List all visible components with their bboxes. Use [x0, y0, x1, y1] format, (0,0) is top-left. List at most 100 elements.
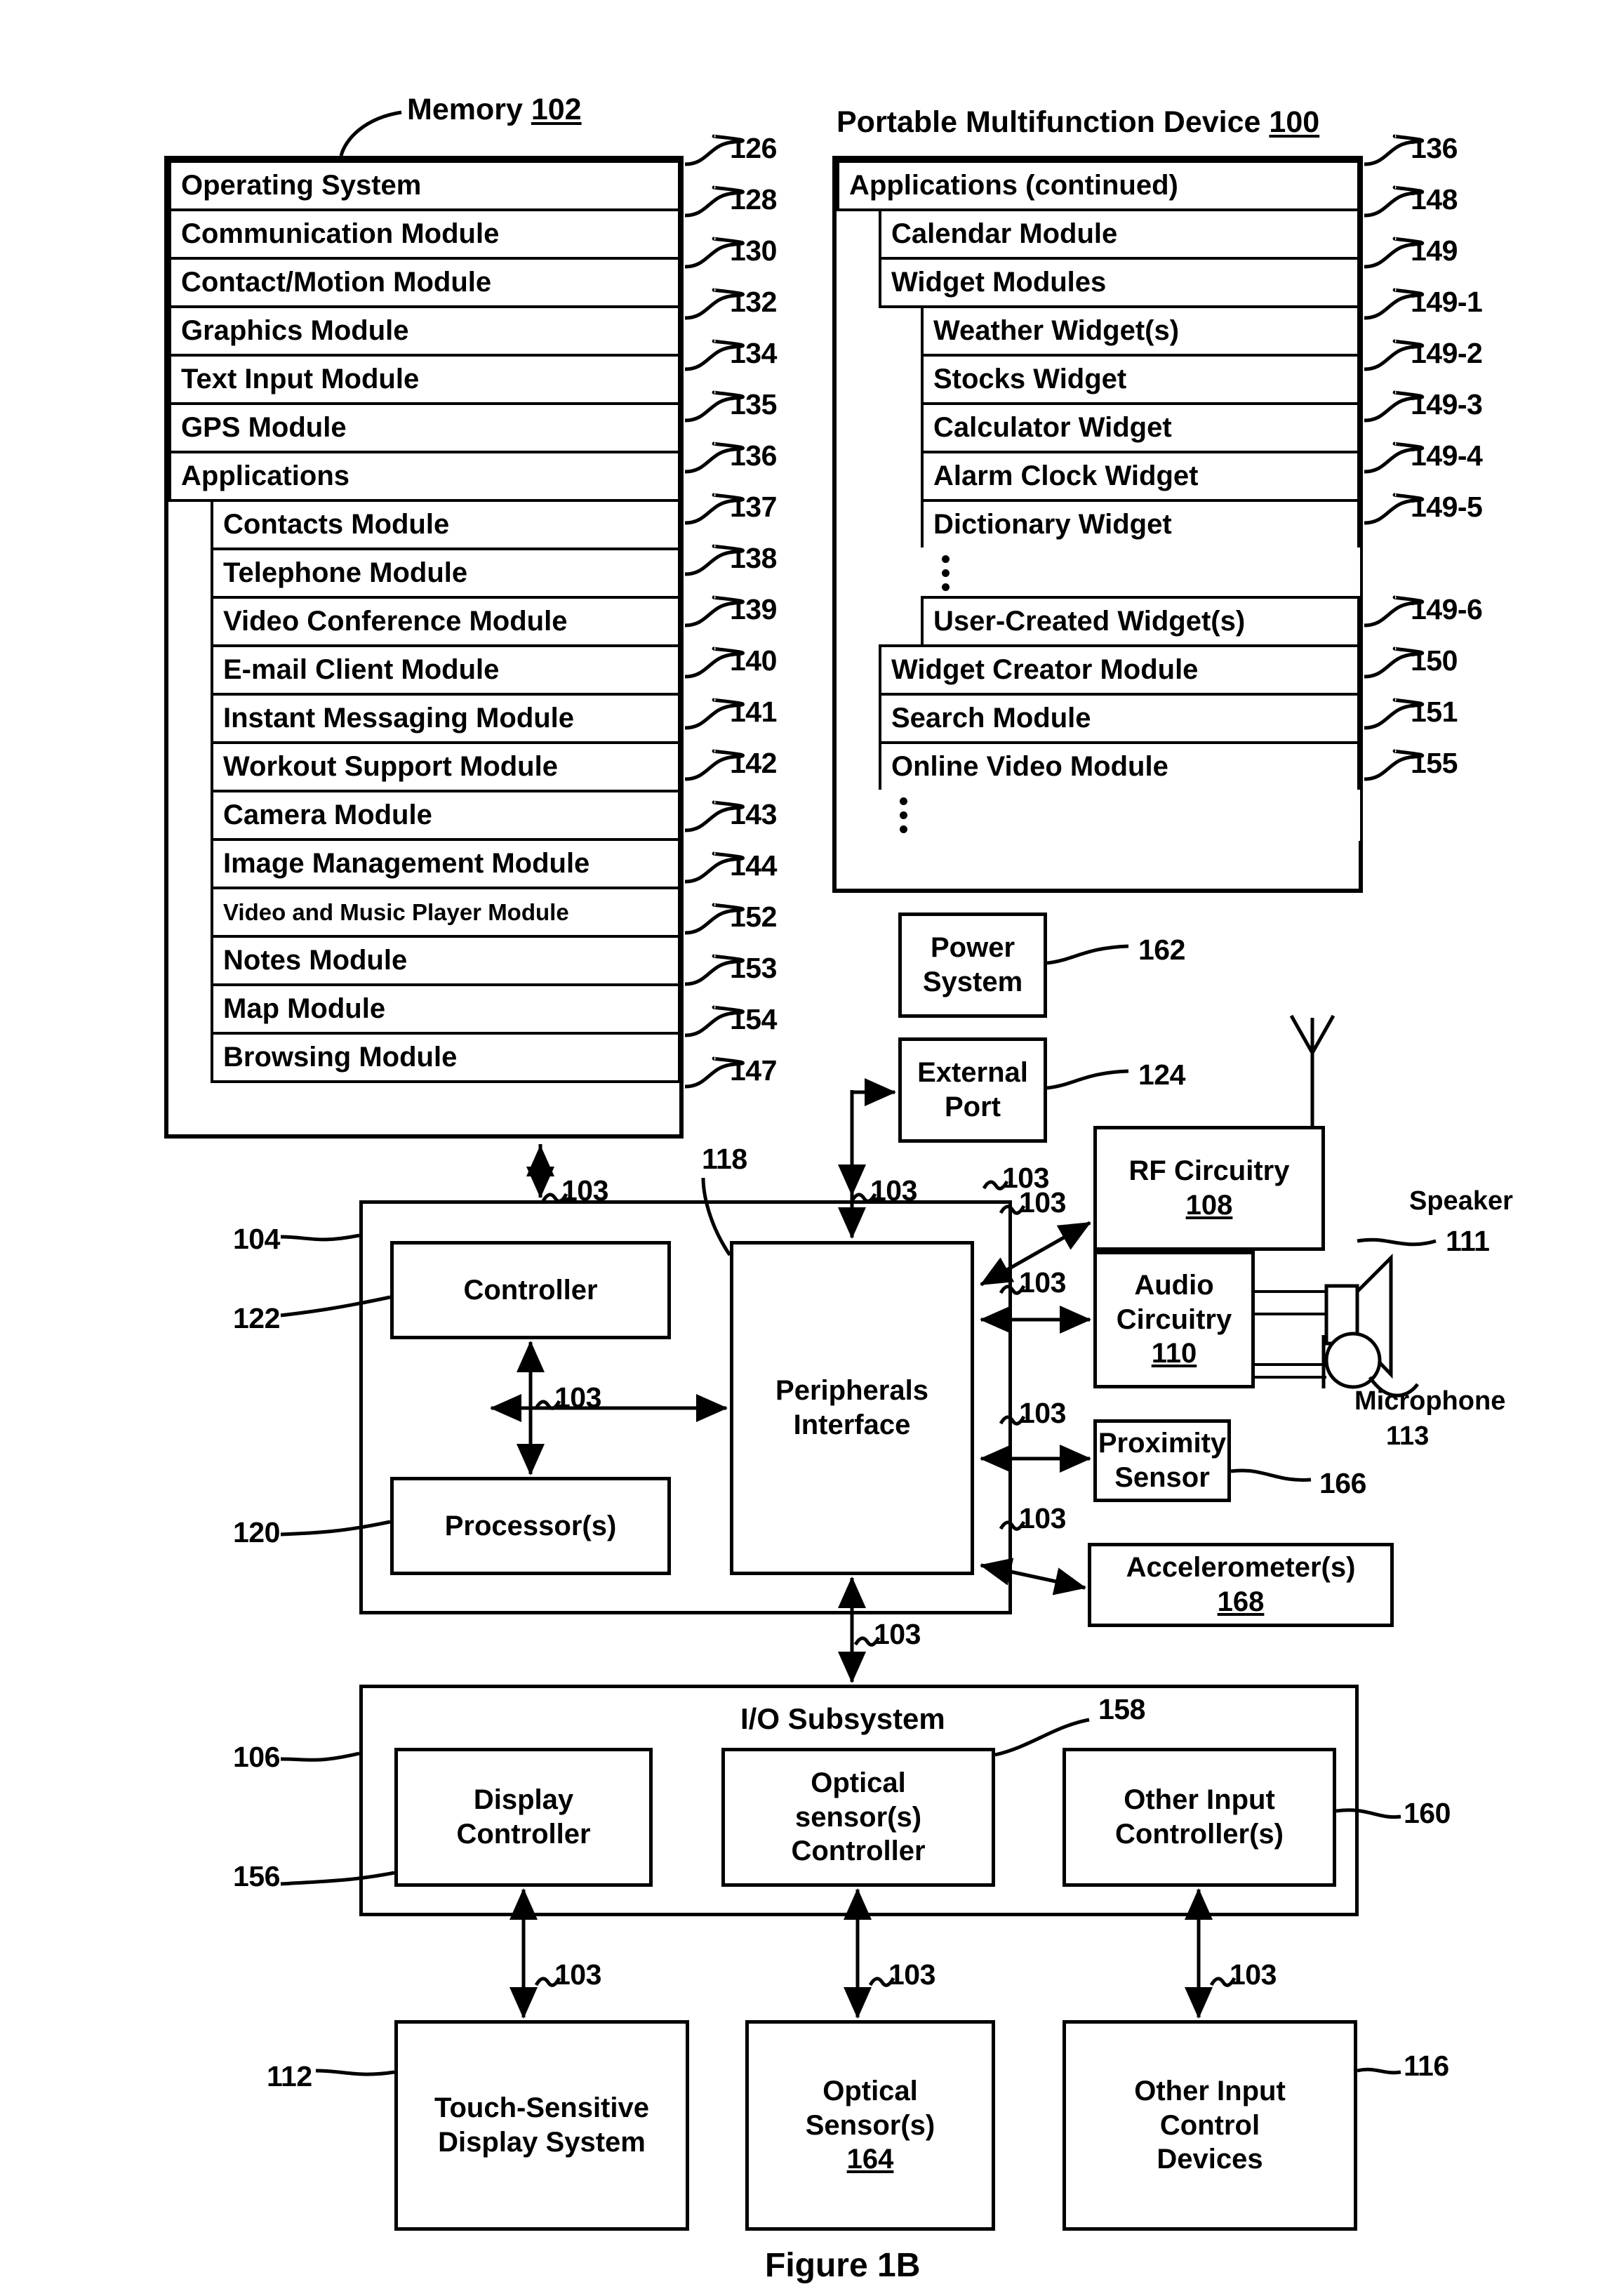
memory-row: Communication Module	[168, 208, 681, 260]
power-system-ref: 162	[1138, 934, 1185, 966]
device-row: Widget Modules	[879, 257, 1360, 308]
bus-label: 103	[561, 1174, 608, 1207]
device-row-ref: 150	[1411, 644, 1458, 677]
bus-label: 103	[1230, 1958, 1277, 1991]
device-row-ref: 136	[1411, 132, 1458, 164]
memory-row: Contacts Module	[211, 499, 681, 550]
other-input-devices-ref: 116	[1404, 2050, 1449, 2082]
rf-circuitry-label: RF Circuitry	[1128, 1155, 1290, 1187]
bus-label: 103	[554, 1958, 601, 1991]
audio-circuitry-label: Audio Circuitry	[1116, 1269, 1232, 1335]
memory-row: Camera Module	[211, 790, 681, 841]
device-row-ref: 149-6	[1411, 593, 1483, 625]
device-title-ref: 100	[1269, 105, 1320, 139]
memory-row-label: Workout Support Module	[223, 751, 558, 782]
other-input-controller-label: Other Input Controller(s)	[1115, 1784, 1284, 1850]
audio-circuitry-ref: 110	[1151, 1338, 1197, 1369]
device-row: Calendar Module	[879, 208, 1360, 260]
device-title: Portable Multifunction Device 100	[837, 105, 1319, 140]
accelerometer-block: Accelerometer(s) 168	[1088, 1543, 1394, 1627]
bus-label: 103	[874, 1618, 921, 1650]
bus-label: 103	[1019, 1186, 1066, 1219]
memory-row-ref: 135	[730, 388, 777, 420]
bus-label: 103	[554, 1381, 601, 1414]
device-row-ref: 149-4	[1411, 439, 1483, 472]
optical-sensor-controller-block: Optical sensor(s) Controller	[721, 1748, 995, 1887]
proximity-sensor-block: Proximity Sensor	[1093, 1419, 1231, 1502]
memory-row: E-mail Client Module	[211, 644, 681, 696]
device-row-ref: 155	[1411, 747, 1458, 779]
proximity-sensor-ref: 166	[1319, 1467, 1366, 1499]
memory-row-ref: 141	[730, 696, 777, 728]
proximity-sensor-label: Proximity Sensor	[1098, 1428, 1227, 1493]
memory-row-ref: 144	[730, 849, 777, 882]
processors-label: Processor(s)	[444, 1510, 617, 1541]
memory-row-ref: 139	[730, 593, 777, 625]
external-port-label: External Port	[917, 1057, 1028, 1122]
power-system-label: Power System	[922, 932, 1023, 997]
memory-row-ref: 152	[730, 901, 777, 933]
other-input-devices-block: Other Input Control Devices	[1063, 2020, 1357, 2231]
device-row-label: User-Created Widget(s)	[933, 606, 1246, 637]
device-row-label: Online Video Module	[891, 751, 1168, 782]
memory-row-label: Camera Module	[223, 799, 432, 830]
memory-row-label: Graphics Module	[181, 315, 409, 346]
memory-row-ref: 154	[730, 1003, 777, 1035]
memory-title: Memory 102	[407, 93, 582, 127]
device-row-ref: 149-2	[1411, 337, 1483, 369]
device-row-ref: 149-3	[1411, 388, 1483, 420]
device-row: Calculator Widget	[921, 402, 1360, 453]
device-row: Search Module	[879, 693, 1360, 744]
memory-row-label: Contact/Motion Module	[181, 267, 492, 298]
memory-row-label: Telephone Module	[223, 557, 468, 588]
microphone-label: Microphone	[1354, 1386, 1506, 1416]
device-row: Alarm Clock Widget	[921, 451, 1360, 502]
device-row: Online Video Module	[879, 741, 1360, 792]
speaker-icon	[1324, 1253, 1393, 1379]
memory-row-ref: 140	[730, 644, 777, 677]
device-row-label: Calendar Module	[891, 218, 1118, 249]
touch-display-block: Touch-Sensitive Display System	[394, 2020, 689, 2231]
peripherals-interface-block: Peripherals Interface	[730, 1241, 974, 1575]
peripherals-interface-ref: 118	[702, 1143, 747, 1175]
io-subsystem-ref: 158	[1098, 1693, 1145, 1725]
device-row: Applications (continued)	[837, 160, 1360, 211]
device-row-ref: 149-1	[1411, 286, 1483, 318]
memory-row: Applications	[168, 451, 681, 502]
controller-block: Controller	[390, 1241, 671, 1339]
touch-display-ref: 112	[267, 2060, 312, 2092]
memory-row-ref: 147	[730, 1054, 777, 1087]
microphone-icon	[1321, 1332, 1382, 1389]
memory-row: Image Management Module	[211, 838, 681, 889]
accelerometer-ref: 168	[1217, 1586, 1265, 1617]
optical-sensor-label: Optical Sensor(s)	[805, 2075, 935, 2141]
rf-circuitry-ref: 108	[1185, 1190, 1233, 1221]
other-input-devices-label: Other Input Control Devices	[1134, 2075, 1286, 2175]
memory-row-ref: 128	[730, 183, 777, 215]
external-port-block: External Port	[898, 1037, 1047, 1143]
memory-row-ref: 142	[730, 747, 777, 779]
memory-row-label: Video and Music Player Module	[223, 898, 569, 925]
memory-row-label: E-mail Client Module	[223, 654, 500, 685]
memory-row-ref: 126	[730, 132, 777, 164]
other-input-controller-ref: 160	[1404, 1797, 1451, 1829]
memory-row-label: Video Conference Module	[223, 606, 568, 637]
optical-sensor-ref: 164	[846, 2144, 894, 2175]
bus-label: 103	[1019, 1266, 1066, 1299]
speaker-label: Speaker	[1409, 1186, 1513, 1216]
memory-row: Instant Messaging Module	[211, 693, 681, 744]
memory-row-label: Browsing Module	[223, 1042, 458, 1073]
memory-row-label: Image Management Module	[223, 848, 590, 879]
microphone-ref: 113	[1386, 1421, 1430, 1451]
memory-row: Map Module	[211, 983, 681, 1035]
optical-sensor-controller-label: Optical sensor(s) Controller	[791, 1767, 926, 1867]
processors-block: Processor(s)	[390, 1477, 671, 1575]
device-row-label: Search Module	[891, 703, 1091, 734]
memory-row-label: GPS Module	[181, 412, 347, 443]
controller-label: Controller	[463, 1274, 598, 1306]
memory-row: GPS Module	[168, 402, 681, 453]
device-row-ref: 149	[1411, 234, 1458, 267]
memory-row: Operating System	[168, 160, 681, 211]
memory-row-ref: 130	[730, 234, 777, 267]
memory-row: Video Conference Module	[211, 596, 681, 647]
